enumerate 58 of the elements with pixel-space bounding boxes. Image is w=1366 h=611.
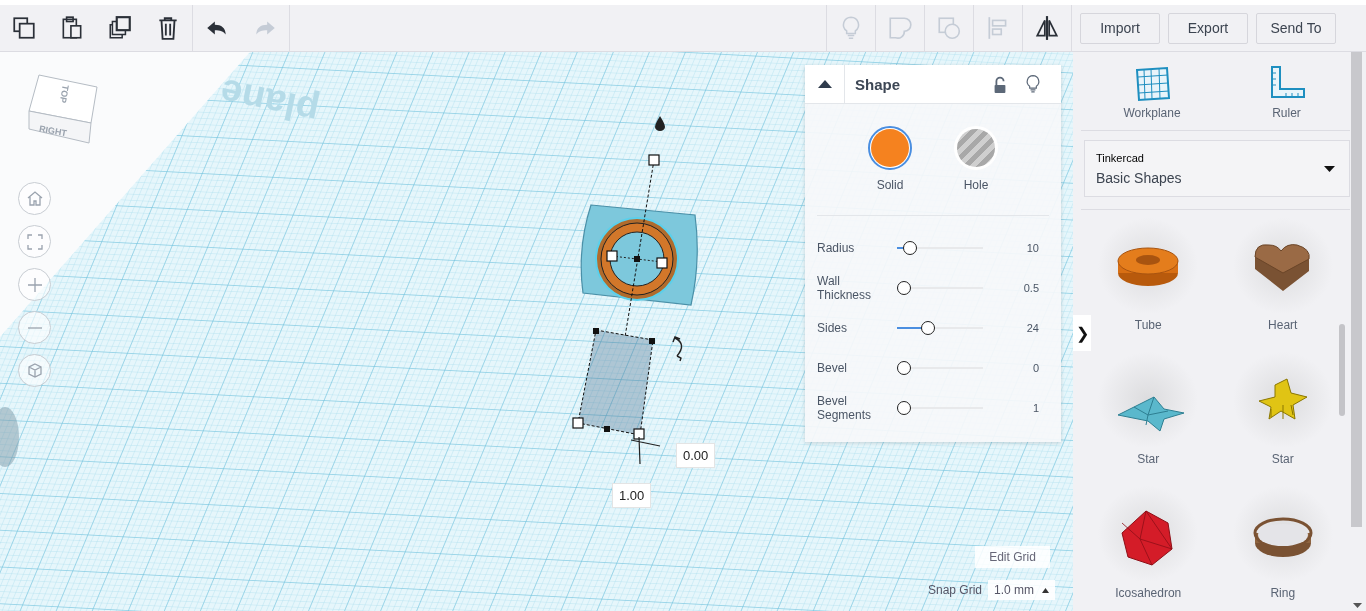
dimension-label[interactable]: 1.00: [612, 483, 652, 508]
parameter-label: Wall Thickness: [817, 274, 873, 302]
shape-item[interactable]: Tube: [1088, 218, 1209, 352]
scrollbar-thumb[interactable]: [1339, 324, 1345, 416]
slider-thumb[interactable]: [897, 401, 911, 415]
scroll-down-icon[interactable]: [1353, 603, 1362, 608]
snap-grid-label: Snap Grid: [928, 583, 983, 597]
parameter-label: Bevel: [817, 361, 849, 375]
parameter-value: 24: [1025, 322, 1039, 334]
slider-thumb[interactable]: [897, 361, 911, 375]
parameter-value: 0: [1031, 362, 1039, 374]
cube-view-icon: [27, 363, 42, 378]
inspector-title: Shape: [854, 75, 901, 93]
zoom-in-icon: [27, 277, 42, 292]
shape-union-icon: [936, 15, 962, 41]
snap-grid-dropdown[interactable]: 1.0 mm: [988, 580, 1056, 600]
slider-thumb[interactable]: [897, 281, 911, 295]
fit-view-icon: [26, 233, 43, 250]
group-icon: [887, 15, 913, 41]
dimension-label[interactable]: 0.00: [676, 443, 716, 468]
height-cone-icon[interactable]: [655, 116, 665, 131]
slider-thumb[interactable]: [902, 241, 917, 255]
zoom-out-icon: [27, 326, 42, 329]
page-scrollbar-thumb[interactable]: [1351, 52, 1362, 527]
edit-grid-button[interactable]: Edit Grid: [975, 546, 1050, 568]
shadow-blob: [0, 407, 19, 467]
parameter-label: Radius: [817, 241, 856, 255]
shape-item[interactable]: Star: [1088, 352, 1209, 486]
shape-library-dropdown[interactable]: Tinkercad Basic Shapes: [1084, 140, 1350, 197]
home-icon: [26, 191, 43, 206]
slider-thumb[interactable]: [920, 321, 935, 335]
panel-toggle-button[interactable]: ❯: [1073, 315, 1091, 351]
shape-item[interactable]: Heart: [1222, 218, 1343, 352]
shape-item[interactable]: Icosahedron: [1088, 486, 1209, 611]
hole-option[interactable]: Hole: [954, 126, 998, 215]
toolbar-action-button[interactable]: Export: [1168, 12, 1248, 44]
toolbar-action-button[interactable]: Send To: [1256, 12, 1336, 44]
caret-up-icon: [817, 80, 832, 88]
parameter-label: Bevel Segments: [817, 394, 873, 422]
dimension-guide-icon: [630, 436, 661, 465]
parameter-label: Sides: [817, 321, 849, 335]
caret-down-icon: [1324, 165, 1335, 172]
selected-object-drawing[interactable]: [572, 154, 698, 440]
ruler-tool-button[interactable]: Ruler: [1265, 62, 1308, 120]
cube-face-label: TOP: [57, 84, 71, 104]
cube-face-label: RIGHT: [38, 123, 68, 139]
toolbar-action-button[interactable]: Import: [1080, 12, 1160, 44]
caret-up-icon: [1042, 587, 1050, 593]
parameter-value: 1: [1031, 402, 1039, 414]
workplane-tool-button[interactable]: Workplane: [1123, 62, 1181, 120]
parameter-value: 10: [1025, 242, 1039, 254]
parameter-value: 0.5: [1022, 282, 1039, 294]
duplicate-icon: [107, 15, 133, 41]
shape-item[interactable]: Ring: [1222, 486, 1343, 611]
copy-icon: [11, 15, 37, 41]
solid-option[interactable]: Solid: [868, 126, 912, 215]
shape-item[interactable]: Star: [1222, 352, 1343, 486]
mirror-icon: [1034, 15, 1060, 41]
